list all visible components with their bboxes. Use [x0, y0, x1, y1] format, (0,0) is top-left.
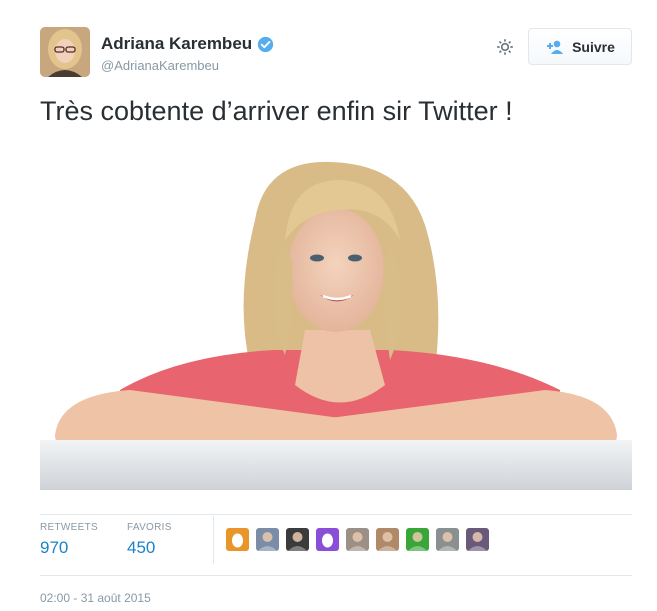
favorites-count[interactable]: 450: [127, 538, 172, 558]
tweet-text: Très cobtente d’arriver enfin sir Twitte…: [40, 96, 513, 126]
avatar[interactable]: [40, 27, 90, 77]
stats-bottom-divider: [40, 575, 632, 576]
follow-button[interactable]: Suivre: [528, 28, 632, 65]
follow-label: Suivre: [572, 38, 615, 55]
favoriters-avatars: [226, 528, 496, 551]
favoriter-avatar[interactable]: [376, 528, 399, 551]
stats-top-divider: [40, 514, 632, 515]
retweets-count[interactable]: 970: [40, 538, 98, 558]
favoriter-avatar[interactable]: [436, 528, 459, 551]
retweets-stat[interactable]: RETWEETS 970: [40, 522, 98, 558]
stats-separator: [213, 516, 214, 564]
add-user-icon: [547, 40, 564, 54]
gear-icon[interactable]: [494, 36, 516, 58]
favoriter-avatar[interactable]: [256, 528, 279, 551]
favorites-stat[interactable]: FAVORIS 450: [127, 522, 172, 558]
display-name[interactable]: Adriana Karembeu: [101, 34, 252, 54]
user-handle[interactable]: @AdrianaKarembeu: [101, 58, 219, 73]
verified-badge-icon: [258, 36, 274, 52]
author-name-row[interactable]: Adriana Karembeu: [101, 34, 274, 54]
favoriter-avatar[interactable]: [286, 528, 309, 551]
favoriter-avatar[interactable]: [466, 528, 489, 551]
favoriter-avatar[interactable]: [316, 528, 339, 551]
retweets-label: RETWEETS: [40, 522, 98, 533]
favoriter-avatar[interactable]: [346, 528, 369, 551]
tweet-photo[interactable]: [40, 150, 632, 490]
tweet-timestamp[interactable]: 02:00 - 31 août 2015: [40, 591, 151, 605]
favoriter-avatar[interactable]: [226, 528, 249, 551]
favoriter-avatar[interactable]: [406, 528, 429, 551]
tweet-card: Adriana Karembeu @AdrianaKarembeu Suivre…: [0, 0, 657, 611]
favorites-label: FAVORIS: [127, 522, 172, 533]
